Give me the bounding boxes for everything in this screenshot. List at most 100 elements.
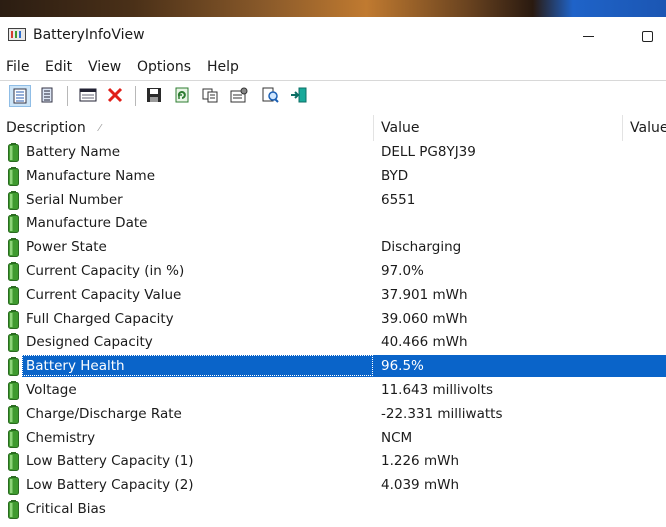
battery-icon bbox=[8, 285, 19, 305]
battery-icon bbox=[8, 357, 19, 377]
row-value: 96.5% bbox=[381, 358, 424, 375]
list-row[interactable]: Manufacture Date bbox=[0, 212, 666, 235]
view-list-button[interactable] bbox=[9, 85, 31, 107]
row-value: 4.039 mWh bbox=[381, 477, 459, 494]
battery-icon bbox=[8, 309, 19, 329]
save-icon bbox=[147, 88, 161, 102]
list-row[interactable]: Battery Health 96.5% bbox=[0, 355, 666, 378]
row-value: 37.901 mWh bbox=[381, 286, 468, 303]
row-description: Power State bbox=[26, 239, 107, 256]
sort-arrow-icon: ⁄ bbox=[99, 123, 101, 134]
find-icon bbox=[262, 87, 279, 103]
battery-icon bbox=[8, 333, 19, 353]
copy-button[interactable] bbox=[200, 85, 222, 107]
row-description: Current Capacity (in %) bbox=[26, 263, 185, 279]
row-description: Battery Name bbox=[26, 144, 121, 160]
menu-options[interactable]: Options bbox=[137, 59, 191, 75]
row-value: NCM bbox=[381, 429, 413, 446]
list-row[interactable]: Serial Number 6551 bbox=[0, 189, 666, 212]
row-value: DELL PG8YJ39 bbox=[381, 144, 476, 160]
row-value: 6551 bbox=[381, 191, 416, 208]
refresh-button[interactable] bbox=[172, 85, 194, 107]
list-row[interactable]: Battery Name DELL PG8YJ39 bbox=[0, 141, 666, 164]
list-row[interactable]: Charge/Discharge Rate -22.331 milliwatts bbox=[0, 403, 666, 426]
list-row[interactable]: Current Capacity (in %) 97.0% bbox=[0, 260, 666, 283]
row-description: Designed Capacity bbox=[26, 334, 153, 351]
battery-icon bbox=[8, 381, 19, 400]
row-description: Full Charged Capacity bbox=[26, 310, 174, 327]
app-battery-icon bbox=[8, 28, 26, 41]
desktop-background bbox=[0, 0, 666, 17]
row-description: Serial Number bbox=[26, 191, 123, 208]
minimize-button[interactable] bbox=[565, 21, 611, 51]
battery-icon bbox=[8, 452, 19, 472]
menu-edit[interactable]: Edit bbox=[45, 59, 72, 75]
menu-help[interactable]: Help bbox=[207, 59, 239, 75]
battery-icon bbox=[8, 166, 19, 186]
list-row[interactable]: Critical Bias bbox=[0, 498, 666, 521]
list-row[interactable]: Chemistry NCM bbox=[0, 427, 666, 450]
properties-window-icon bbox=[79, 88, 97, 102]
toolbar-separator bbox=[67, 86, 68, 106]
row-description: Charge/Discharge Rate bbox=[26, 405, 182, 422]
exit-icon bbox=[291, 87, 307, 103]
row-description: Battery Health bbox=[26, 358, 125, 375]
battery-icon bbox=[8, 500, 19, 519]
list-row[interactable]: Full Charged Capacity 39.060 mWh bbox=[0, 308, 666, 331]
battery-icon bbox=[8, 404, 19, 424]
delete-icon bbox=[107, 87, 123, 103]
battery-icon bbox=[8, 143, 19, 162]
refresh-icon bbox=[175, 87, 189, 103]
list-row[interactable]: Designed Capacity 40.466 mWh bbox=[0, 331, 666, 354]
list-row[interactable]: Manufacture Name BYD bbox=[0, 165, 666, 188]
save-button[interactable] bbox=[144, 85, 166, 107]
battery-icon bbox=[8, 214, 19, 234]
row-description: Chemistry bbox=[26, 429, 96, 446]
row-description: Manufacture Name bbox=[26, 167, 156, 184]
row-value: BYD bbox=[381, 167, 409, 184]
menu-view[interactable]: View bbox=[88, 59, 121, 75]
battery-info-list: Description ⁄ Value Value Battery Name DE… bbox=[0, 115, 666, 527]
toolbar bbox=[0, 80, 666, 113]
view-report-button[interactable] bbox=[37, 85, 59, 107]
properties-icon bbox=[230, 87, 248, 103]
battery-icon bbox=[8, 262, 19, 281]
battery-icon bbox=[8, 238, 19, 258]
row-description: Current Capacity Value bbox=[26, 286, 182, 303]
title-bar[interactable]: BatteryInfoView bbox=[0, 17, 666, 55]
toolbar-separator bbox=[135, 86, 136, 106]
app-window: BatteryInfoView File Edit View Options H… bbox=[0, 17, 666, 527]
menu-file[interactable]: File bbox=[6, 59, 29, 75]
menu-bar: File Edit View Options Help bbox=[0, 55, 666, 79]
row-description: Low Battery Capacity (2) bbox=[26, 477, 194, 494]
list-row[interactable]: Power State Discharging bbox=[0, 236, 666, 259]
view-list-icon bbox=[13, 88, 27, 104]
maximize-button[interactable] bbox=[620, 21, 666, 51]
find-button[interactable] bbox=[260, 85, 282, 107]
view-report-icon bbox=[41, 87, 53, 103]
copy-icon bbox=[202, 88, 218, 103]
list-header: Description ⁄ Value Value bbox=[0, 115, 666, 141]
properties-button[interactable] bbox=[228, 85, 250, 107]
column-divider[interactable] bbox=[622, 115, 623, 141]
column-divider[interactable] bbox=[373, 115, 374, 141]
row-value: 97.0% bbox=[381, 263, 424, 279]
column-header-description[interactable]: Description bbox=[6, 120, 86, 136]
row-value: 11.643 millivolts bbox=[381, 382, 494, 398]
list-row[interactable]: Low Battery Capacity (1) 1.226 mWh bbox=[0, 450, 666, 473]
window-title: BatteryInfoView bbox=[33, 27, 145, 43]
list-row[interactable]: Current Capacity Value 37.901 mWh bbox=[0, 284, 666, 307]
battery-icon bbox=[8, 190, 19, 210]
row-description: Manufacture Date bbox=[26, 215, 148, 232]
column-header-value-2[interactable]: Value bbox=[630, 120, 666, 136]
row-value: -22.331 milliwatts bbox=[381, 405, 503, 422]
list-row[interactable]: Low Battery Capacity (2) 4.039 mWh bbox=[0, 474, 666, 497]
properties-window-button[interactable] bbox=[77, 85, 99, 107]
row-description: Low Battery Capacity (1) bbox=[26, 453, 194, 470]
column-header-value[interactable]: Value bbox=[381, 120, 419, 136]
list-row[interactable]: Voltage 11.643 millivolts bbox=[0, 379, 666, 402]
row-value: 1.226 mWh bbox=[381, 453, 459, 470]
delete-button[interactable] bbox=[105, 85, 127, 107]
exit-button[interactable] bbox=[288, 85, 310, 107]
row-description: Critical Bias bbox=[26, 501, 106, 517]
